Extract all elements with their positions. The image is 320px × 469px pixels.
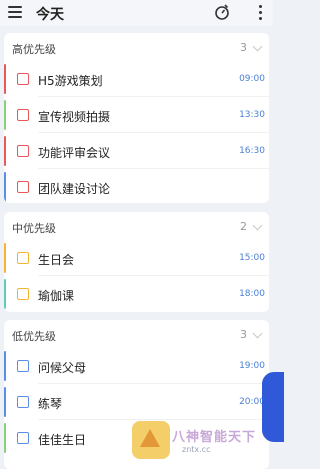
task-checkbox[interactable] [17,73,29,85]
task-time: 09:00 [239,74,265,84]
group-header[interactable]: 高优先级 3 [4,33,269,61]
task-time: 16:30 [239,146,265,156]
task-checkbox[interactable] [17,288,29,300]
page-title: 今天 [36,7,64,23]
group-title: 高优先级 [12,43,56,56]
task-checkbox[interactable] [17,252,29,264]
task-checkbox[interactable] [17,360,29,372]
watermark-url: zntx.cc [182,445,211,454]
group-count: 2 [240,220,247,233]
task-label: H5游戏策划 [38,74,103,88]
menu-icon[interactable] [8,6,22,18]
priority-bar [4,64,6,94]
task-row[interactable]: 生日会 15:00 [4,240,269,276]
task-row[interactable]: 宣传视频拍摄 13:30 [4,97,269,133]
task-time: 19:00 [239,361,265,371]
group-medium: 中优先级 2 生日会 15:00 瑜伽课 18:00 [4,212,269,312]
task-row[interactable]: 团队建设讨论 [4,169,269,203]
group-title: 中优先级 [12,222,56,235]
task-time: 13:30 [239,110,265,120]
priority-bar [4,351,6,381]
group-count: 3 [240,328,247,341]
priority-bar [4,423,6,453]
priority-bar [4,387,6,417]
task-label: 团队建设讨论 [38,182,111,196]
task-checkbox[interactable] [17,109,29,121]
task-time: 15:00 [239,253,265,263]
task-label: 练琴 [38,397,63,411]
group-title: 低优先级 [12,330,56,343]
task-checkbox[interactable] [17,181,29,193]
priority-bar [4,136,6,166]
watermark-text: 八神智能天下 [172,430,257,445]
chevron-down-icon[interactable] [252,328,263,339]
priority-bar [4,279,6,309]
task-label: 宣传视频拍摄 [38,110,111,124]
chevron-down-icon[interactable] [252,41,263,52]
more-icon[interactable] [259,5,263,23]
priority-bar [4,100,6,130]
group-count: 3 [240,41,247,54]
task-label: 问候父母 [38,361,87,375]
task-row[interactable]: H5游戏策划 09:00 [4,61,269,97]
task-row[interactable]: 功能评审会议 16:30 [4,133,269,169]
task-label: 功能评审会议 [38,146,111,160]
task-row[interactable]: 问候父母 19:00 [4,348,269,384]
group-header[interactable]: 中优先级 2 [4,212,269,240]
task-time: 18:00 [239,289,265,299]
task-checkbox[interactable] [17,145,29,157]
task-label: 生日会 [38,253,75,267]
task-row[interactable]: 练琴 20:00 [4,384,269,420]
group-header[interactable]: 低优先级 3 [4,320,269,348]
task-label: 瑜伽课 [38,289,75,303]
priority-bar [4,172,6,202]
timer-icon[interactable] [214,3,230,21]
task-row[interactable]: 瑜伽课 18:00 [4,276,269,312]
group-high: 高优先级 3 H5游戏策划 09:00 宣传视频拍摄 13:30 功能评审会议 16:… [4,33,269,203]
top-bar: 今天 [0,0,273,26]
priority-bar [4,243,6,273]
chevron-down-icon[interactable] [252,220,263,231]
task-checkbox[interactable] [17,396,29,408]
task-checkbox[interactable] [17,432,29,444]
task-label: 佳佳生日 [38,433,87,447]
